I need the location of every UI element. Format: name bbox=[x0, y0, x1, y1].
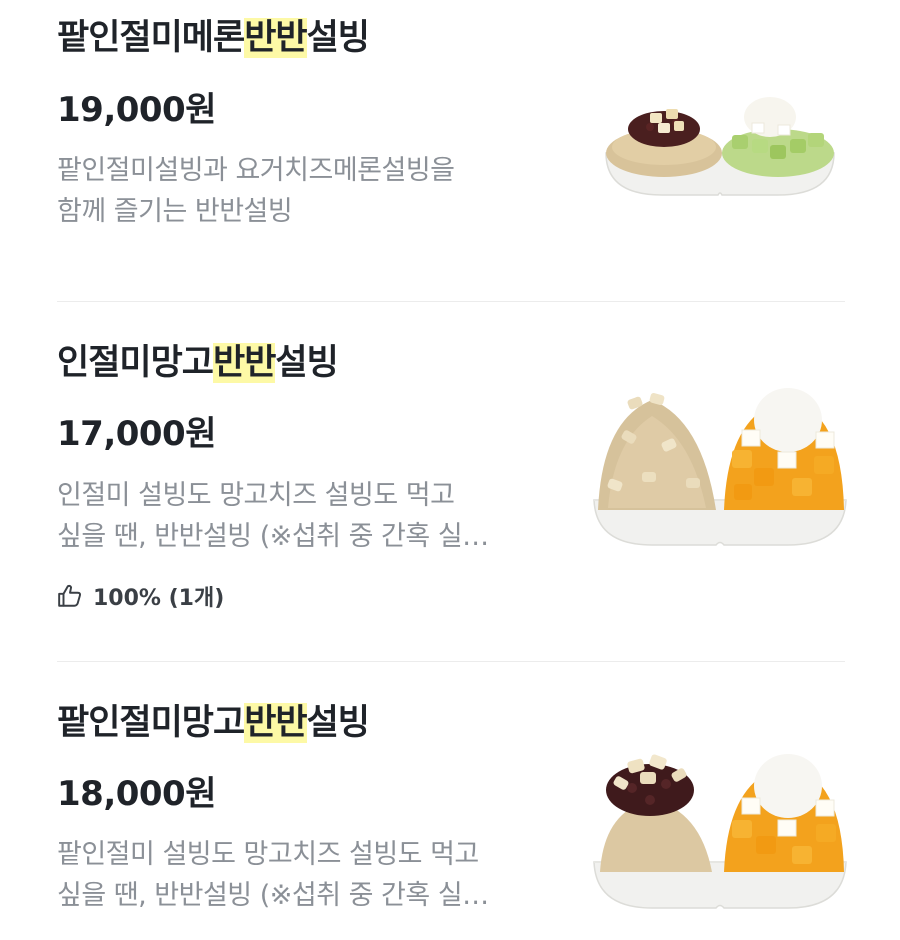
menu-item-title: 팥인절미메론반반설빙 bbox=[57, 15, 370, 61]
thumbs-up-icon bbox=[58, 584, 81, 607]
description-line: 함께 즐기는 반반설빙 bbox=[57, 196, 293, 227]
description-line: 팥인절미 설빙도 망고치즈 설빙도 먹고 bbox=[57, 839, 479, 870]
title-suffix: 설빙 bbox=[306, 703, 370, 743]
description-line: 싶을 땐, 반반설빙 (※섭취 중 간혹 실… bbox=[57, 521, 489, 552]
like-rating-text: 100% (1개) bbox=[93, 586, 225, 611]
menu-item-price: 19,000원 bbox=[57, 90, 216, 130]
title-highlight: 반반 bbox=[213, 343, 276, 383]
title-prefix: 팥인절미메론 bbox=[57, 18, 245, 58]
menu-item-price: 18,000원 bbox=[57, 774, 216, 814]
menu-item-description: 팥인절미 설빙도 망고치즈 설빙도 먹고 싶을 땐, 반반설빙 (※섭취 중 간… bbox=[57, 834, 537, 916]
title-suffix: 설빙 bbox=[306, 18, 370, 58]
menu-item[interactable]: 팥인절미메론반반설빙 19,000원 팥인절미설빙과 요거치즈메론설빙을 함께 … bbox=[0, 15, 900, 275]
title-suffix: 설빙 bbox=[275, 343, 338, 383]
divider bbox=[57, 661, 845, 662]
menu-item[interactable]: 팥인절미망고반반설빙 18,000원 팥인절미 설빙도 망고치즈 설빙도 먹고 … bbox=[0, 700, 900, 940]
menu-item[interactable]: 인절미망고반반설빙 17,000원 인절미 설빙도 망고치즈 설빙도 먹고 싶을… bbox=[0, 340, 900, 640]
divider bbox=[57, 301, 845, 302]
menu-item-photo bbox=[593, 754, 847, 909]
description-line: 팥인절미설빙과 요거치즈메론설빙을 bbox=[57, 155, 455, 186]
title-highlight: 반반 bbox=[244, 703, 308, 743]
description-line: 인절미 설빙도 망고치즈 설빙도 먹고 bbox=[57, 480, 455, 511]
title-prefix: 인절미망고 bbox=[57, 343, 214, 383]
menu-item-description: 인절미 설빙도 망고치즈 설빙도 먹고 싶을 땐, 반반설빙 (※섭취 중 간혹… bbox=[57, 475, 537, 557]
menu-list: 팥인절미메론반반설빙 19,000원 팥인절미설빙과 요거치즈메론설빙을 함께 … bbox=[0, 0, 900, 940]
menu-item-photo bbox=[605, 97, 835, 196]
description-line: 싶을 땐, 반반설빙 (※섭취 중 간혹 실… bbox=[57, 880, 489, 911]
menu-item-description: 팥인절미설빙과 요거치즈메론설빙을 함께 즐기는 반반설빙 bbox=[57, 150, 537, 232]
menu-item-price: 17,000원 bbox=[57, 414, 216, 454]
menu-item-title: 인절미망고반반설빙 bbox=[57, 340, 339, 386]
title-highlight: 반반 bbox=[244, 18, 308, 58]
menu-item-title: 팥인절미망고반반설빙 bbox=[57, 700, 370, 746]
like-rating: 100% (1개) bbox=[57, 580, 224, 612]
menu-item-photo bbox=[593, 388, 847, 546]
title-prefix: 팥인절미망고 bbox=[57, 703, 245, 743]
